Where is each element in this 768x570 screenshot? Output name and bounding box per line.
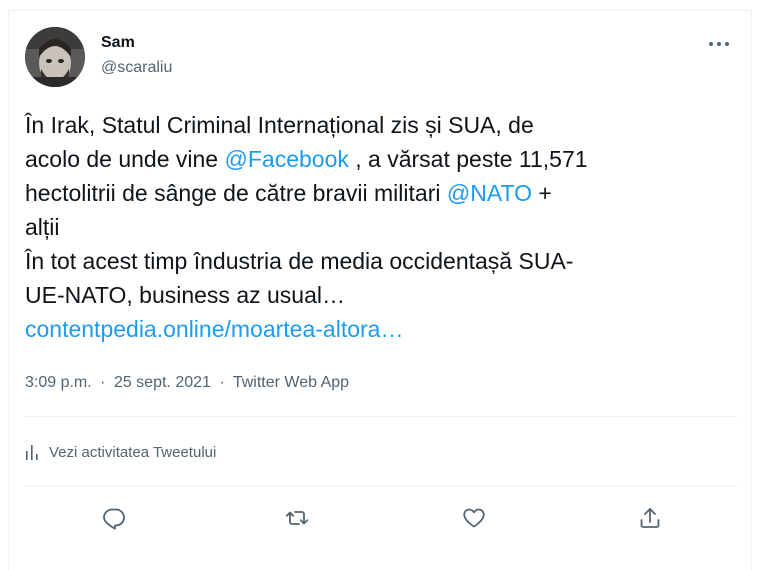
mention-nato-link[interactable]: @NATO <box>447 180 532 206</box>
mention-facebook-link[interactable]: @Facebook <box>225 146 349 172</box>
reply-button[interactable] <box>97 501 131 535</box>
more-horizontal-icon <box>709 42 729 46</box>
view-activity-label: Vezi activitatea Tweetului <box>49 443 217 461</box>
tweet-date-link[interactable]: 25 sept. 2021 <box>114 374 211 391</box>
action-bar <box>25 497 737 537</box>
avatar-photo <box>25 27 85 87</box>
like-button[interactable] <box>457 501 491 535</box>
tweet-meta: 3:09 p.m. · 25 sept. 2021 · Twitter Web … <box>25 374 349 392</box>
divider <box>25 416 737 417</box>
tweet-line: În tot acest timp îndustria de media occ… <box>25 248 574 274</box>
avatar[interactable] <box>25 27 85 87</box>
tweet-line: acolo de unde vine @Facebook , a vărsat … <box>25 142 737 176</box>
tweet-text-segment: hectolitrii de sânge de către bravii mil… <box>25 180 447 206</box>
external-link[interactable]: contentpedia.online/moartea-altora… <box>25 312 737 346</box>
view-activity-button[interactable]: Vezi activitatea Tweetului <box>25 440 216 464</box>
share-icon <box>640 508 660 528</box>
tweet-text-segment: acolo de unde vine <box>25 146 225 172</box>
tweet-source-link[interactable]: Twitter Web App <box>233 374 349 391</box>
tweet-time-link[interactable]: 3:09 p.m. <box>25 374 92 391</box>
tweet-line: În Irak, Statul Criminal Internațional z… <box>25 112 534 138</box>
heart-icon <box>463 508 485 528</box>
tweet-text-segment: + <box>531 180 552 206</box>
meta-separator: · <box>219 374 225 391</box>
tweet-text-segment: , a vărsat peste 11,571 <box>348 146 588 172</box>
tweet-line: alții <box>25 214 60 240</box>
meta-separator: · <box>100 374 106 391</box>
bar-chart-icon <box>26 445 38 460</box>
tweet-line: UE-NATO, business az usual… <box>25 282 345 308</box>
reply-icon <box>103 508 125 530</box>
share-button[interactable] <box>633 501 667 535</box>
divider <box>25 485 737 486</box>
more-options-button[interactable] <box>701 31 737 57</box>
tweet-text: În Irak, Statul Criminal Internațional z… <box>25 108 737 346</box>
retweet-button[interactable] <box>280 501 314 535</box>
user-handle[interactable]: @scaraliu <box>101 59 172 77</box>
tweet-card: Sam @scaraliu În Irak, Statul Criminal I… <box>8 10 752 570</box>
display-name[interactable]: Sam <box>101 34 135 52</box>
tweet-line: hectolitrii de sânge de către bravii mil… <box>25 176 737 210</box>
retweet-icon <box>285 511 309 525</box>
